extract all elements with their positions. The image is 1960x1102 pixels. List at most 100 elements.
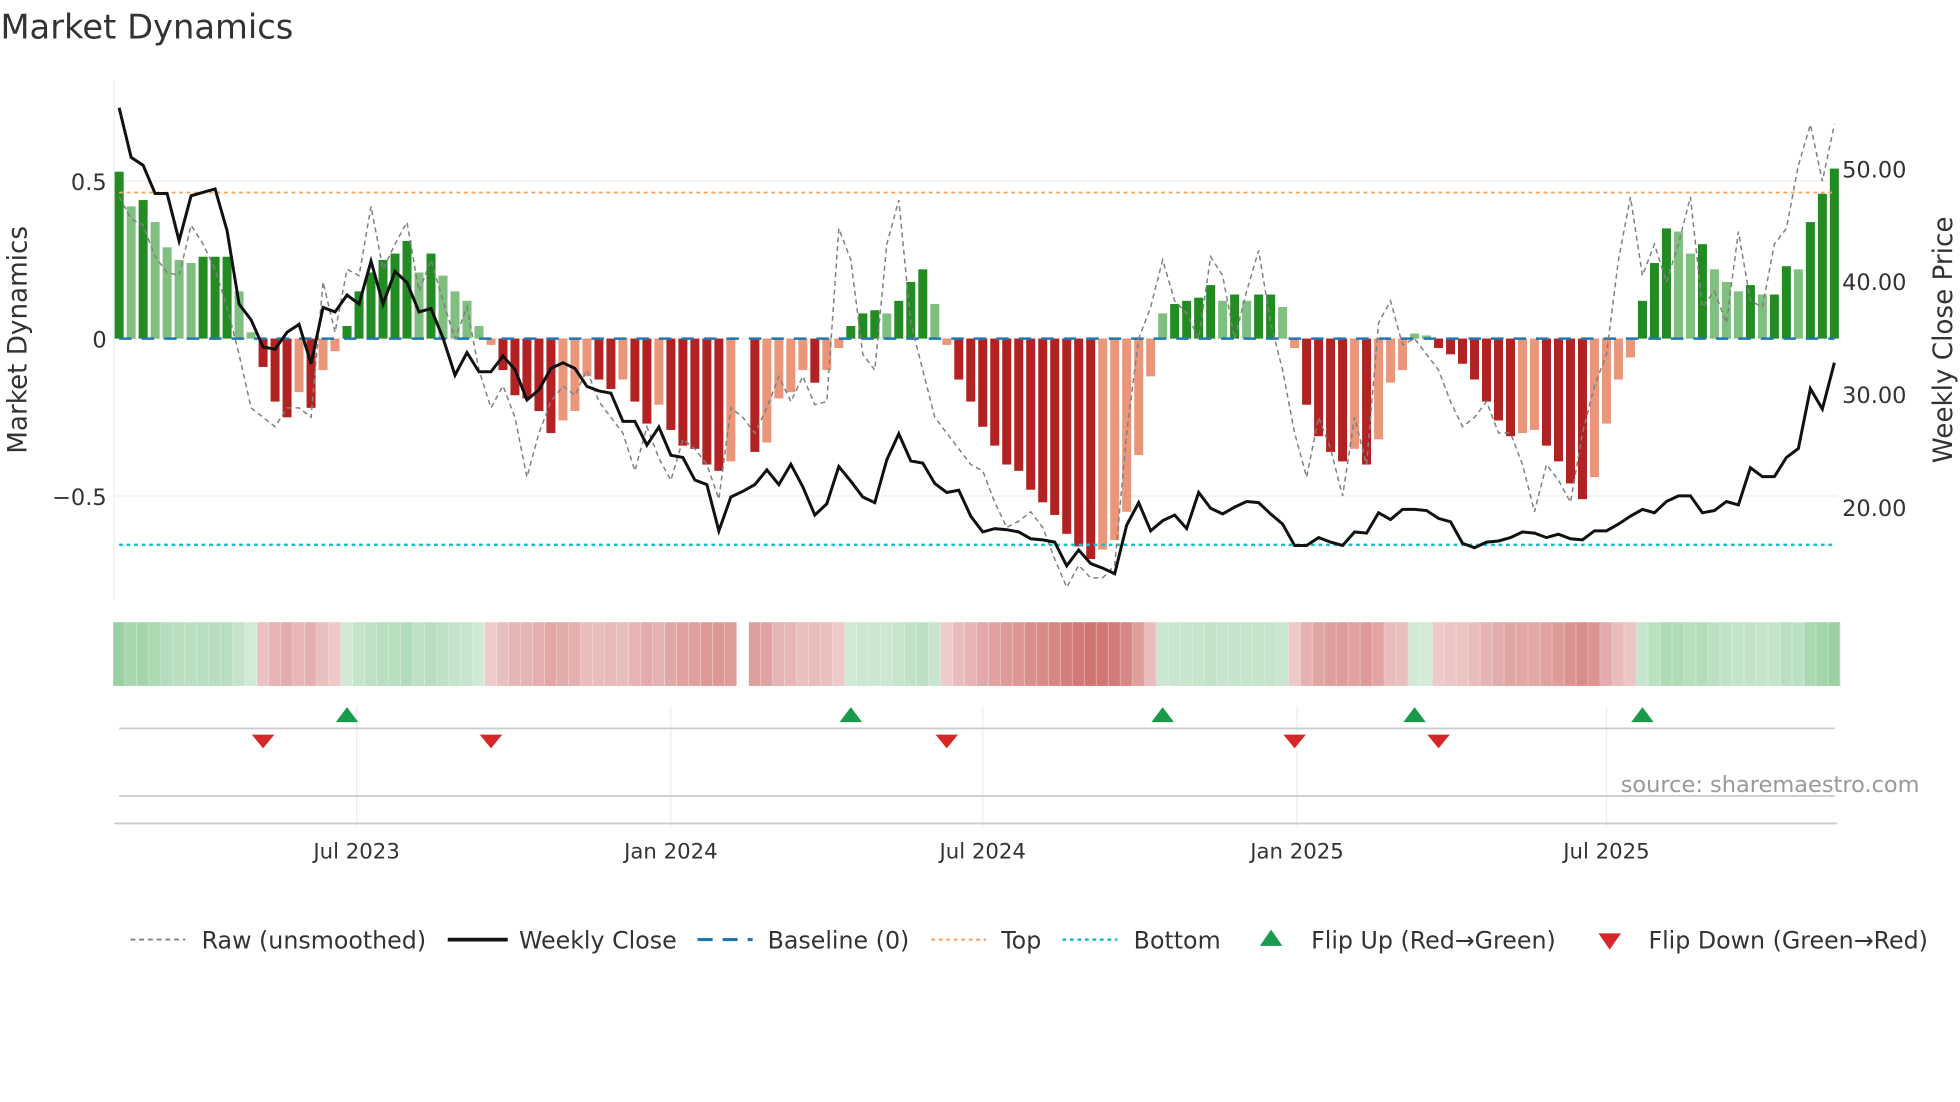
regime-strip-cell (113, 622, 126, 686)
positive-bar (870, 310, 880, 339)
right-axis-label: Weekly Close Price (1929, 217, 1959, 464)
regime-strip-cell (544, 622, 557, 686)
positive-bar (150, 222, 160, 339)
regime-strip-cell (988, 622, 1001, 686)
regime-strip-cell (1792, 622, 1805, 686)
regime-strip-cell (1684, 622, 1697, 686)
positive-bar (906, 281, 916, 339)
regime-strip-cell (688, 622, 701, 686)
positive-bar (1673, 231, 1683, 339)
regime-strip-cell (568, 622, 581, 686)
negative-bar (1530, 338, 1539, 430)
regime-strip-cell (1732, 622, 1745, 686)
regime-strip-cell (1432, 622, 1445, 686)
regime-strip-cell (832, 622, 845, 686)
regime-strip-cell (1492, 622, 1505, 686)
regime-strip-cell (293, 622, 306, 686)
regime-strip-cell (1624, 622, 1637, 686)
positive-bar (1769, 294, 1779, 339)
negative-bar (1506, 338, 1516, 437)
positive-bar (1709, 269, 1719, 339)
regime-strip-cell (185, 622, 198, 686)
regime-strip-cell (1768, 622, 1781, 686)
negative-bar (774, 338, 784, 399)
negative-bar (1601, 338, 1611, 424)
negative-bar (1302, 338, 1312, 405)
negative-bar (1098, 338, 1108, 550)
regime-strip-cell (377, 622, 390, 686)
x-tick-label: Jan 2025 (1248, 839, 1344, 864)
legend-weekly-close: Weekly Close (519, 926, 677, 954)
regime-strip-cell (1372, 622, 1385, 686)
negative-bar (630, 338, 640, 402)
negative-bar (1074, 338, 1084, 547)
regime-strip-cell (868, 622, 881, 686)
positive-bar (1685, 253, 1695, 339)
negative-bar (1050, 338, 1060, 515)
regime-strip-cell (628, 622, 641, 686)
negative-bar (1434, 338, 1444, 349)
regime-strip-cell (1756, 622, 1769, 686)
regime-strip-cell (149, 622, 162, 686)
negative-bar (990, 338, 1000, 446)
negative-bar (702, 338, 712, 465)
negative-bar (666, 338, 676, 430)
regime-strip-cell (1528, 622, 1541, 686)
negative-bar (618, 338, 628, 380)
regime-strip-cell (1036, 622, 1049, 686)
regime-strip-cell (520, 622, 533, 686)
negative-bar (1062, 338, 1072, 534)
positive-bar (210, 256, 220, 339)
negative-bar (606, 338, 616, 389)
regime-strip-cell (1648, 622, 1661, 686)
negative-bar (762, 338, 772, 443)
regime-strip-cell (796, 622, 809, 686)
raw-line (118, 124, 1836, 590)
negative-bar (1314, 338, 1324, 437)
negative-bar (678, 338, 688, 446)
negative-bar (954, 338, 964, 380)
regime-strip-cell (556, 622, 569, 686)
negative-bar (654, 338, 664, 405)
regime-strip-cell (1252, 622, 1265, 686)
negative-bar (318, 338, 328, 371)
positive-bar (1254, 294, 1264, 339)
negative-bar (1518, 338, 1528, 434)
positive-bar (354, 291, 364, 339)
regime-strip-cell (664, 622, 677, 686)
negative-bar (1002, 338, 1012, 465)
negative-bar (582, 338, 592, 377)
negative-bar (1086, 338, 1096, 559)
regime-strip-cell (1084, 622, 1097, 686)
regime-strip-cell (916, 622, 929, 686)
positive-bar (1829, 168, 1839, 339)
regime-strip-cell (221, 622, 234, 686)
positive-bar (1230, 294, 1240, 339)
negative-bar (978, 338, 988, 427)
regime-strip-cell (760, 622, 773, 686)
regime-strip-cell (389, 622, 402, 686)
positive-bar (1793, 269, 1803, 339)
positive-bar (1242, 300, 1252, 339)
regime-strip-cell (940, 622, 953, 686)
positive-bar (114, 171, 124, 339)
regime-strip-cell (401, 622, 414, 686)
flip-up-marker (1403, 707, 1426, 723)
regime-strip-cell (329, 622, 342, 686)
regime-strip-cell (1312, 622, 1325, 686)
negative-bar (1625, 338, 1635, 358)
regime-strip-cell (592, 622, 605, 686)
regime-strip-cell (1276, 622, 1289, 686)
regime-strip-cell (1816, 622, 1829, 686)
regime-strip-cell (700, 622, 713, 686)
negative-bar (942, 338, 952, 345)
regime-strip-cell (508, 622, 521, 686)
positive-bar (198, 256, 208, 339)
negative-bar (714, 338, 724, 471)
positive-bar (366, 272, 376, 339)
flip-down-marker (935, 734, 959, 749)
negative-bar (726, 338, 736, 462)
negative-bar (810, 338, 820, 383)
legend-baseline: Baseline (0) (768, 926, 910, 954)
regime-strip-cell (1804, 622, 1817, 686)
